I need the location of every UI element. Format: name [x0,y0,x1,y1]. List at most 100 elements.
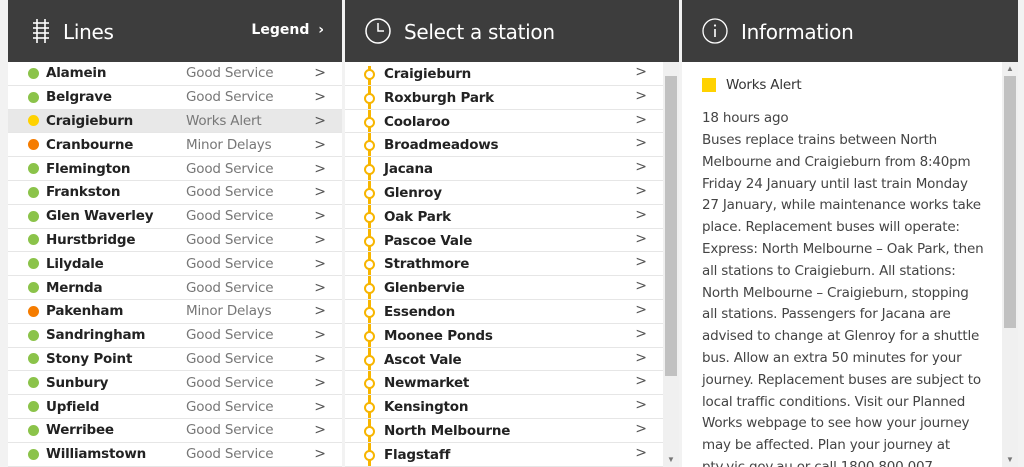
station-row[interactable]: Oak Park > [345,205,663,229]
line-row[interactable]: Frankston Good Service > [8,181,342,205]
line-status: Good Service [186,398,274,415]
station-name: Roxburgh Park [384,89,494,106]
station-name: North Melbourne [384,422,511,439]
station-row[interactable]: Roxburgh Park > [345,86,663,110]
scroll-down-icon[interactable]: ▼ [663,453,679,467]
scroll-down-icon[interactable]: ▼ [1002,453,1018,467]
station-name: Craigieburn [384,66,472,82]
station-node-icon [364,211,375,223]
legend-button[interactable]: Legend › [251,22,324,38]
station-node-icon [364,283,375,295]
line-row[interactable]: Sunbury Good Service > [8,371,342,396]
chevron-right-icon: > [314,208,326,225]
clock-icon [365,18,391,44]
chevron-right-icon: > [314,350,326,367]
station-row[interactable]: Craigieburn > [345,62,663,86]
line-status-dot [28,234,39,246]
chevron-right-icon: > [635,230,647,247]
line-name: Upfield [46,398,100,415]
line-status: Good Service [186,422,274,439]
station-node-icon [364,425,375,437]
station-row[interactable]: Pascoe Vale > [345,229,663,253]
line-row[interactable]: Belgrave Good Service > [8,86,342,110]
line-row[interactable]: Williamstown Good Service > [8,443,342,467]
line-row[interactable]: Sandringham Good Service > [8,324,342,348]
line-row[interactable]: Lilydale Good Service > [8,252,342,277]
chevron-right-icon: > [635,182,647,199]
line-row[interactable]: Upfield Good Service > [8,395,342,419]
line-row[interactable]: Hurstbridge Good Service > [8,229,342,253]
line-status: Good Service [186,279,274,296]
alert-color-swatch [702,78,716,92]
chevron-right-icon: > [314,112,326,129]
info-title: Information [741,20,854,44]
station-row[interactable]: Coolaroo > [345,110,663,134]
stations-scrollbar[interactable]: ▼ [663,62,679,467]
line-name: Mernda [46,279,103,296]
line-status: Good Service [186,184,274,201]
line-row[interactable]: Cranbourne Minor Delays > [8,133,342,158]
stations-scroll-thumb[interactable] [665,76,677,376]
line-row[interactable]: Flemington Good Service > [8,157,342,181]
station-name: Moonee Ponds [384,327,493,344]
info-scroll-thumb[interactable] [1004,76,1016,328]
line-status-dot [28,448,39,460]
station-row[interactable]: Strathmore > [345,252,663,277]
station-row[interactable]: Ascot Vale > [345,348,663,372]
line-row[interactable]: Pakenham Minor Delays > [8,300,342,324]
chevron-right-icon: > [635,420,647,437]
line-status-dot [28,329,39,341]
line-row[interactable]: Glen Waverley Good Service > [8,205,342,229]
station-row[interactable]: North Melbourne > [345,419,663,443]
line-status-dot [28,115,39,127]
station-name: Jacana [384,161,433,178]
station-row[interactable]: Kensington > [345,395,663,419]
chevron-right-icon: > [314,398,326,415]
line-name: Glen Waverley [46,208,154,225]
line-status-dot [28,210,39,222]
station-row[interactable]: Flagstaff > [345,443,663,467]
station-node-icon [364,235,375,247]
scroll-up-icon[interactable]: ▲ [1002,62,1018,76]
station-row[interactable]: Broadmeadows > [345,133,663,158]
line-name: Sunbury [46,374,109,391]
lines-header: Lines Legend › [8,0,342,62]
station-name: Ascot Vale [384,351,462,368]
line-row[interactable]: Mernda Good Service > [8,276,342,300]
station-name: Pascoe Vale [384,232,473,249]
station-row[interactable]: Essendon > [345,300,663,324]
station-node-icon [364,140,375,152]
station-row[interactable]: Glenroy > [345,181,663,205]
line-status: Good Service [186,350,274,367]
stations-title: Select a station [404,20,555,44]
line-row[interactable]: Craigieburn Works Alert > [8,109,342,134]
station-node-icon [364,449,375,461]
alert-time: 18 hours ago [702,110,789,126]
chevron-right-icon: > [635,159,647,176]
station-row[interactable]: Moonee Ponds > [345,324,663,348]
line-name: Craigieburn [46,112,134,129]
info-body: Works Alert 18 hours ago Buses replace t… [682,62,1002,467]
station-node-icon [364,116,375,128]
info-scrollbar[interactable]: ▲ ▼ [1002,62,1018,467]
line-status: Minor Delays [186,303,272,320]
info-icon [702,18,728,44]
station-name: Broadmeadows [384,137,499,154]
station-row[interactable]: Jacana > [345,157,663,181]
line-row[interactable]: Werribee Good Service > [8,419,342,443]
line-status: Minor Delays [186,136,272,153]
chevron-right-icon: > [314,65,326,82]
chevron-right-icon: > [314,422,326,439]
station-name: Kensington [384,399,469,416]
line-row[interactable]: Stony Point Good Service > [8,348,342,372]
line-name: Flemington [46,160,131,177]
line-row[interactable]: Alamein Good Service > [8,62,342,86]
line-name: Werribee [46,422,114,439]
station-name: Essendon [384,303,456,320]
line-status: Good Service [186,208,274,225]
station-row[interactable]: Glenbervie > [345,276,663,300]
line-status: Good Service [186,255,274,272]
station-row[interactable]: Newmarket > [345,371,663,396]
line-status-dot [28,67,39,79]
line-status-dot [28,401,39,413]
